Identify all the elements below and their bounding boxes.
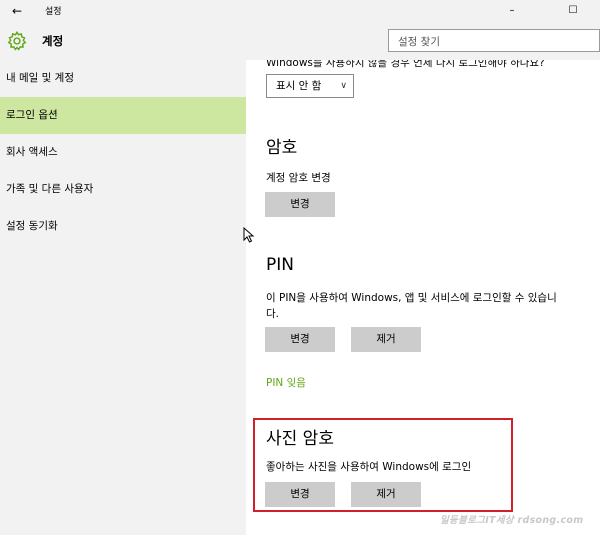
pin-desc-line1: 이 PIN을 사용하여 Windows, 앱 및 서비스에 로그인할 수 있습니 (266, 292, 557, 304)
password-desc: 계정 암호 변경 (266, 172, 331, 184)
title-bar: ← 설정 – ☐ (0, 0, 600, 22)
sidebar-item-sync-settings[interactable]: 설정 동기화 (0, 208, 246, 245)
password-change-button[interactable]: 변경 (265, 192, 335, 217)
back-arrow-icon[interactable]: ← (8, 2, 26, 20)
sidebar-item-sign-in-options[interactable]: 로그인 옵션 (0, 97, 246, 134)
pin-remove-button[interactable]: 제거 (351, 327, 421, 352)
search-box[interactable] (388, 29, 600, 53)
minimize-button[interactable]: – (495, 0, 529, 22)
gear-icon (7, 30, 27, 51)
watermark: 일등블로그IT세상 rdsong.com (440, 515, 584, 526)
pin-title: PIN (266, 255, 294, 275)
dropdown-value: 표시 안 함 (276, 80, 322, 92)
require-sign-in-dropdown[interactable]: 표시 안 함 ∨ (266, 74, 354, 98)
header: 계정 (0, 22, 600, 60)
mouse-cursor-icon (243, 227, 255, 243)
password-title: 암호 (266, 138, 298, 158)
require-sign-in-text: Windows를 사용하지 않을 경우 언제 다시 로그인해야 하나요? (266, 60, 545, 69)
sidebar-item-mail-accounts[interactable]: 내 메일 및 계정 (0, 60, 246, 97)
search-input[interactable] (389, 31, 599, 53)
page-title: 계정 (42, 34, 64, 48)
chevron-down-icon: ∨ (340, 81, 347, 91)
pin-desc-line2: 다. (266, 308, 279, 320)
maximize-button[interactable]: ☐ (556, 0, 590, 22)
sidebar: 내 메일 및 계정 로그인 옵션 회사 액세스 가족 및 다른 사용자 설정 동… (0, 60, 246, 535)
window-title: 설정 (45, 7, 62, 17)
sidebar-item-work-access[interactable]: 회사 액세스 (0, 134, 246, 171)
highlight-annotation (253, 418, 513, 512)
sidebar-item-family-users[interactable]: 가족 및 다른 사용자 (0, 171, 246, 208)
pin-forgot-link[interactable]: PIN 잊음 (266, 375, 306, 390)
pin-change-button[interactable]: 변경 (265, 327, 335, 352)
